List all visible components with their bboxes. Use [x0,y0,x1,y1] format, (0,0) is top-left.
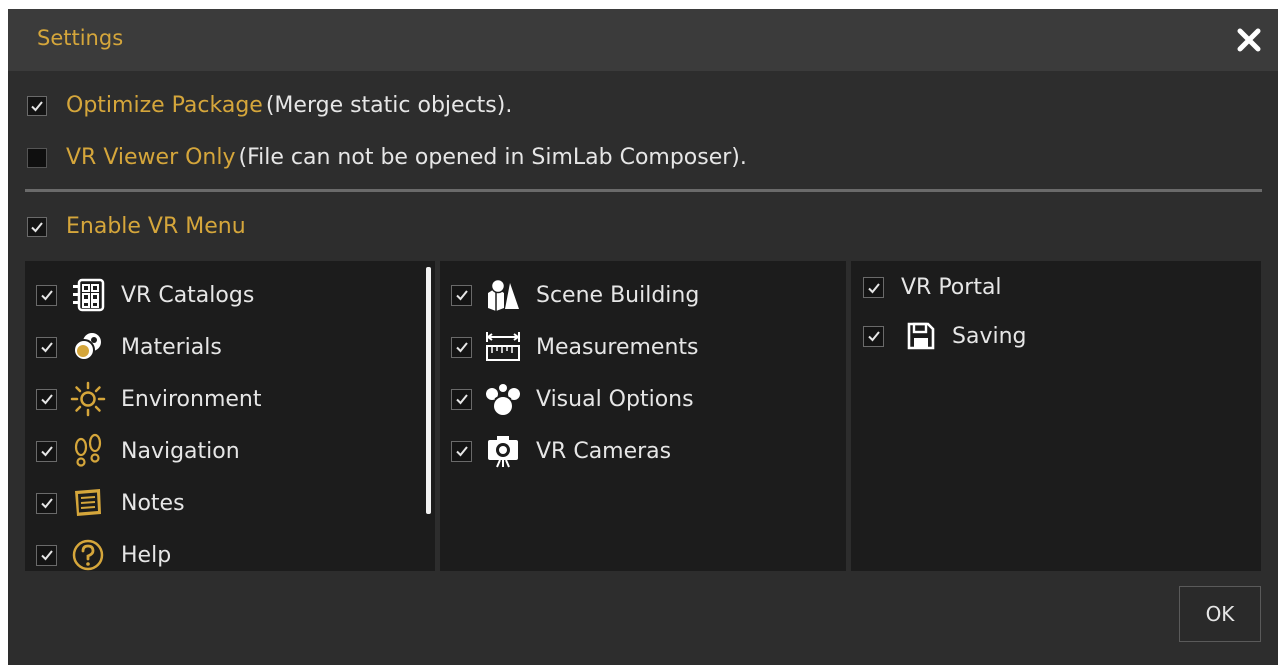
vr-viewer-only-checkbox[interactable] [27,147,47,168]
vr-portal-label: VR Portal [901,275,1002,300]
notes-checkbox[interactable] [36,492,57,514]
menu-item-notes[interactable]: Notes [36,485,185,521]
title-bar: Settings [8,9,1278,71]
vr-viewer-only-option[interactable]: VR Viewer Only (File can not be opened i… [27,145,747,170]
enable-vr-menu-label[interactable]: Enable VR Menu [66,214,246,239]
menu-item-visual-options[interactable]: Visual Options [451,381,694,417]
notes-label: Notes [121,490,185,516]
help-checkbox[interactable] [36,544,57,566]
footprints-icon [69,433,107,469]
catalog-grid-icon [69,277,107,313]
environment-checkbox[interactable] [36,388,57,410]
vr-menu-column-2[interactable]: Scene Building Measurements Visual Optio… [440,261,846,571]
navigation-label: Navigation [121,438,240,464]
measurements-label: Measurements [536,334,699,360]
optimize-package-option[interactable]: Optimize Package (Merge static objects). [27,93,512,118]
column-1-scrollbar-thumb[interactable] [426,267,431,514]
vr-catalogs-label: VR Catalogs [121,282,255,308]
menu-item-saving[interactable]: Saving [863,318,1027,354]
vr-portal-checkbox[interactable] [863,277,884,298]
optimize-package-label[interactable]: Optimize Package [66,93,263,118]
vr-cameras-label: VR Cameras [536,438,672,464]
dialog-title: Settings [37,26,124,50]
measurements-checkbox[interactable] [451,336,472,358]
ruler-icon [484,329,522,365]
shapes-icon [484,277,522,313]
optimize-package-checkbox[interactable] [27,95,47,116]
menu-item-measurements[interactable]: Measurements [451,329,699,365]
save-disk-icon [902,318,940,354]
vr-catalogs-checkbox[interactable] [36,284,57,306]
navigation-checkbox[interactable] [36,440,57,462]
scene-building-checkbox[interactable] [451,284,472,306]
menu-item-scene-building[interactable]: Scene Building [451,277,699,313]
vr-cameras-checkbox[interactable] [451,440,472,462]
menu-item-environment[interactable]: Environment [36,381,261,417]
settings-dialog: Settings Optimize Package (Merge static … [8,9,1278,665]
menu-item-vr-portal[interactable]: VR Portal [863,275,1002,300]
vr-menu-column-1[interactable]: VR Catalogs Materials Environment Naviga… [25,261,435,571]
menu-item-vr-catalogs[interactable]: VR Catalogs [36,277,254,313]
section-divider [25,189,1262,192]
menu-item-help[interactable]: Help [36,537,171,571]
menu-item-materials[interactable]: Materials [36,329,222,365]
notes-icon [69,485,107,521]
camera-icon [484,433,522,469]
vr-menu-column-3[interactable]: VR Portal Saving [851,261,1261,571]
saving-label: Saving [952,323,1027,349]
visual-options-checkbox[interactable] [451,388,472,410]
materials-checkbox[interactable] [36,336,57,358]
menu-item-navigation[interactable]: Navigation [36,433,240,469]
visual-options-icon [484,381,522,417]
saving-checkbox[interactable] [863,325,884,347]
menu-item-vr-cameras[interactable]: VR Cameras [451,433,671,469]
enable-vr-menu-option[interactable]: Enable VR Menu [27,214,246,239]
materials-label: Materials [121,334,222,360]
sun-icon [69,381,107,417]
scene-building-label: Scene Building [536,282,700,308]
help-icon [69,537,107,571]
materials-spheres-icon [69,329,107,365]
enable-vr-menu-checkbox[interactable] [27,216,47,237]
visual-options-label: Visual Options [536,386,694,412]
environment-label: Environment [121,386,262,412]
vr-viewer-only-label[interactable]: VR Viewer Only [66,145,236,170]
help-label: Help [121,542,172,568]
vr-viewer-only-note: (File can not be opened in SimLab Compos… [238,145,747,170]
ok-button[interactable]: OK [1179,586,1261,642]
optimize-package-note: (Merge static objects). [265,93,513,118]
close-icon[interactable] [1232,23,1266,57]
